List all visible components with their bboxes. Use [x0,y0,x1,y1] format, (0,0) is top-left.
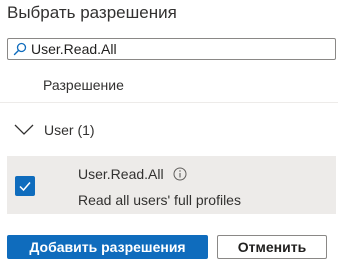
cancel-button[interactable]: Отменить [217,235,327,259]
column-header-permission: Разрешение [43,77,124,93]
permission-name-wrap: User.Read.All [78,166,187,182]
search-input[interactable] [31,41,335,57]
group-label: User (1) [44,122,95,138]
search-box[interactable] [7,38,336,60]
add-permissions-button[interactable]: Добавить разрешения [7,235,208,259]
permission-checkbox[interactable] [15,176,35,196]
search-icon [13,42,27,56]
permission-description: Read all users' full profiles [78,192,241,208]
permission-row[interactable]: User.Read.All Read all users' full profi… [7,156,336,214]
group-user-toggle[interactable]: User (1) [14,118,95,142]
info-icon[interactable] [173,167,187,181]
chevron-down-icon [14,123,34,137]
permission-name: User.Read.All [78,166,164,182]
header-divider [0,102,338,103]
panel-title: Выбрать разрешения [7,3,177,22]
checkmark-icon [19,182,31,192]
